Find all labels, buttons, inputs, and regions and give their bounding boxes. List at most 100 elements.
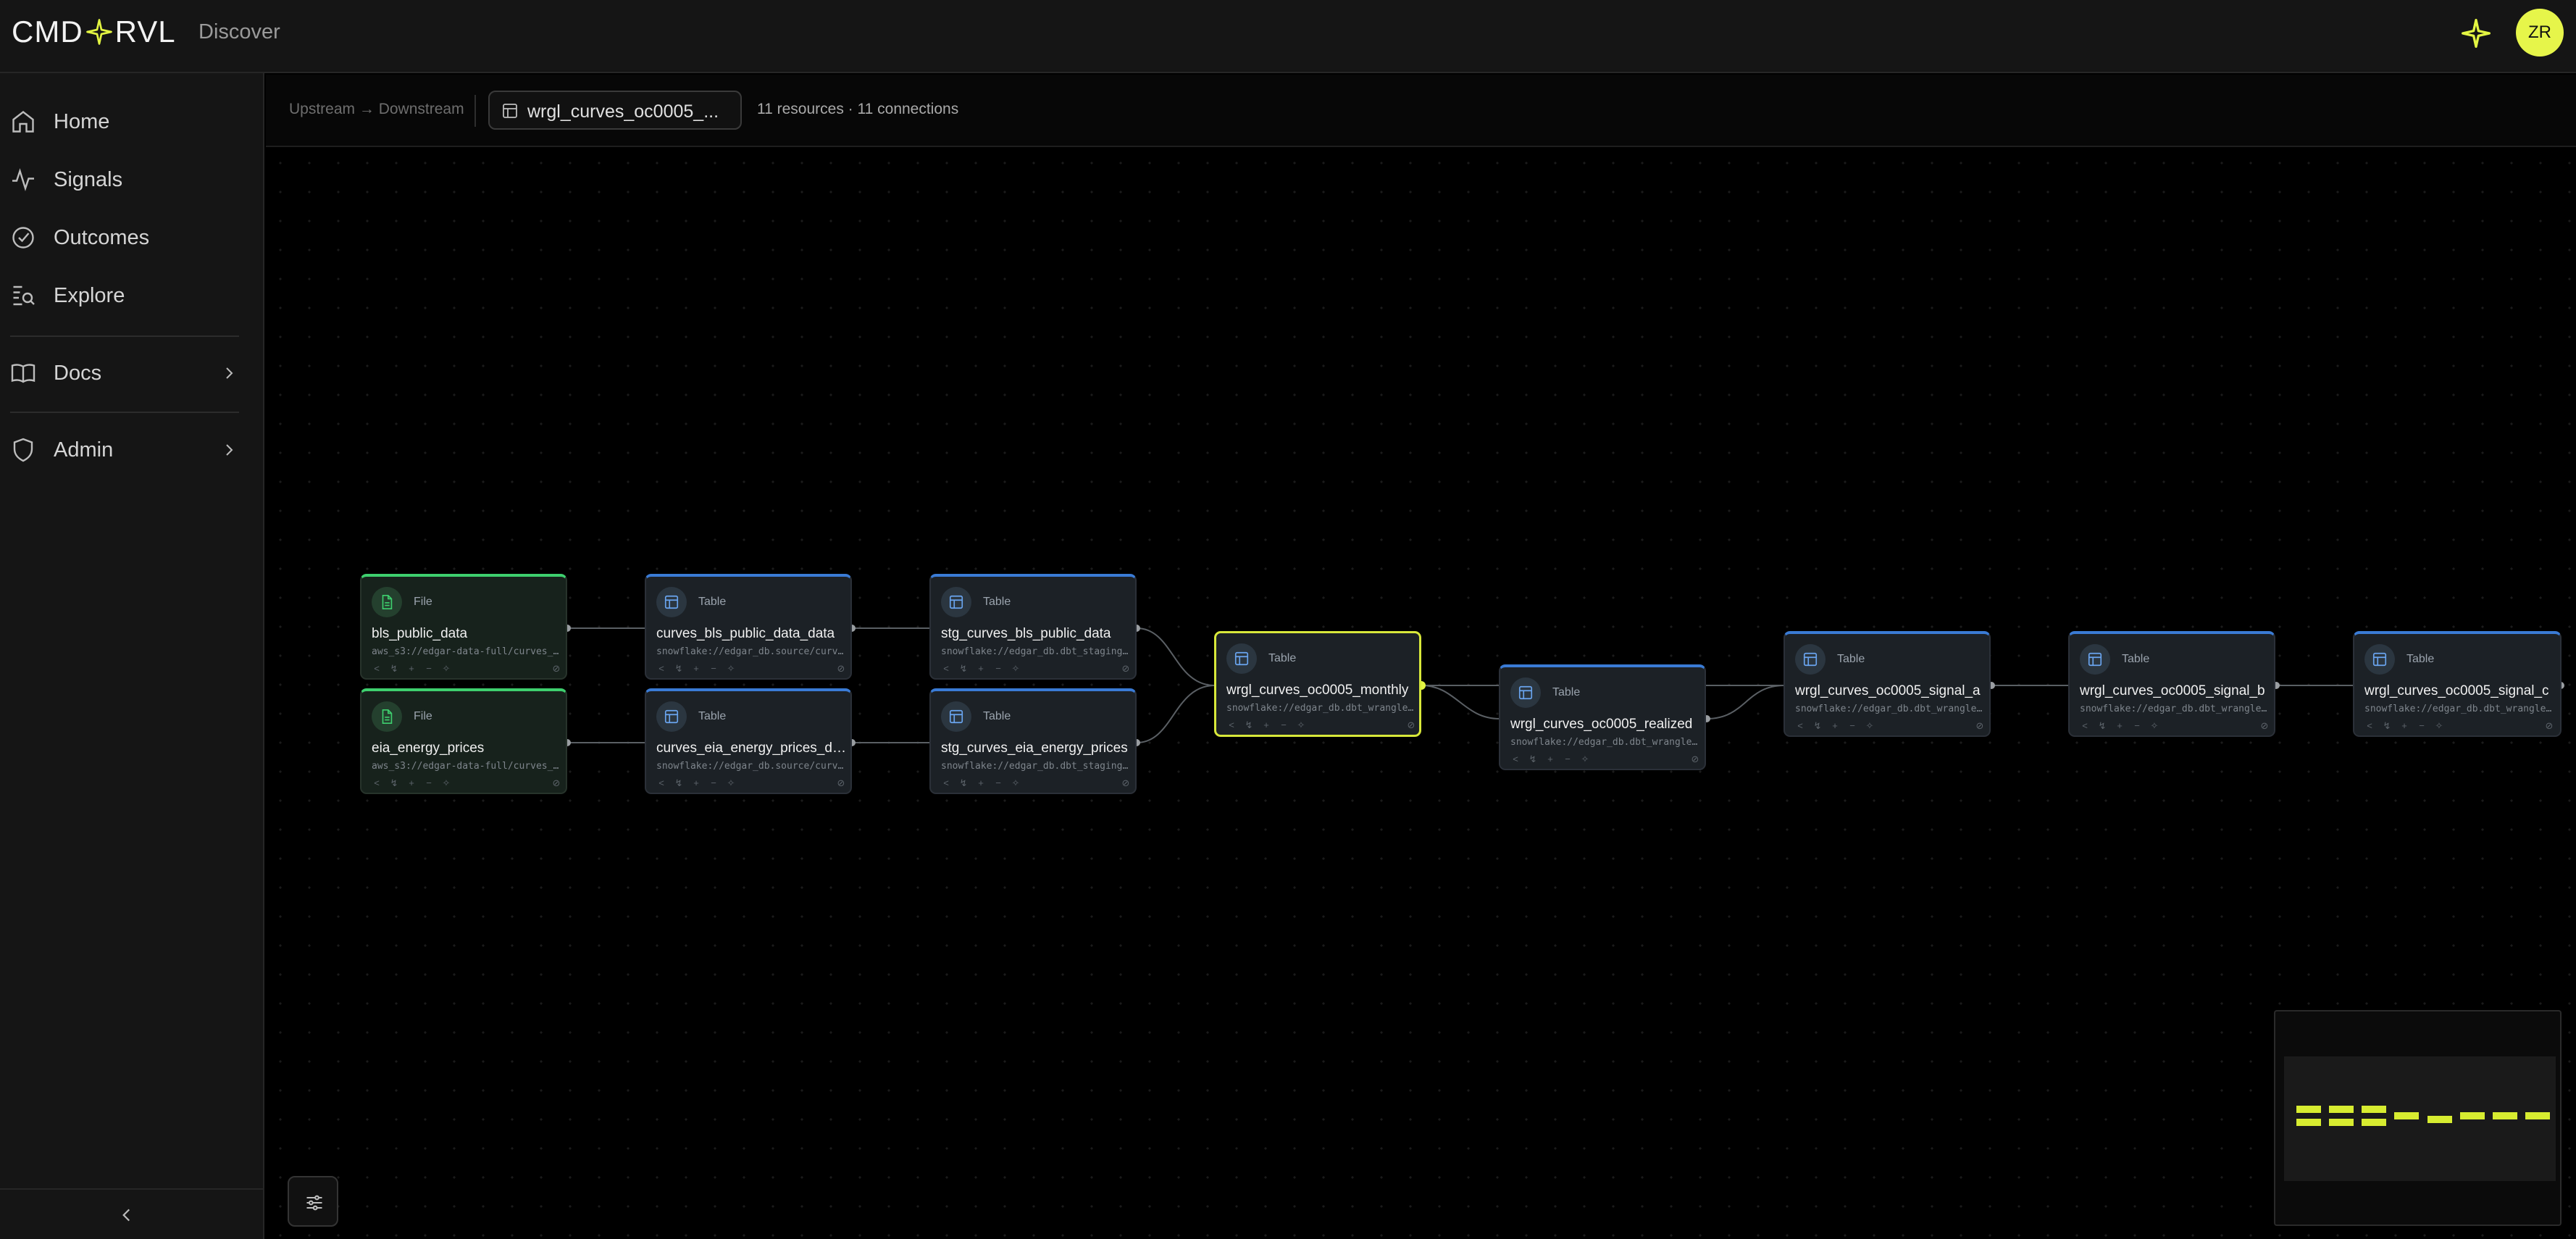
sidebar-item-docs[interactable]: Docs [0, 348, 263, 399]
table-icon [664, 595, 679, 609]
collapse-icon[interactable]: − [1563, 754, 1573, 764]
add-icon[interactable]: + [1545, 754, 1555, 764]
expand-upstream-icon[interactable]: ↯ [2382, 721, 2392, 731]
settings-icon[interactable]: ✧ [726, 664, 736, 674]
share-icon[interactable]: < [941, 664, 951, 674]
share-icon[interactable]: < [2080, 721, 2090, 731]
sidebar-item-label: Docs [54, 361, 102, 385]
sidebar-item-label: Signals [54, 167, 123, 191]
expand-upstream-icon[interactable]: ↯ [1244, 720, 1254, 730]
share-icon[interactable]: < [656, 664, 666, 674]
collapse-icon[interactable]: − [424, 778, 434, 788]
hide-icon[interactable]: ⊘ [1406, 720, 1416, 730]
node-actions: < ↯ + − ✧ ⊘ [2080, 721, 2270, 733]
collapse-icon[interactable]: − [2132, 721, 2142, 731]
share-icon[interactable]: < [941, 778, 951, 788]
lineage-node[interactable]: File bls_public_data aws_s3://edgar-data… [360, 574, 567, 680]
share-icon[interactable]: < [1795, 721, 1805, 731]
collapse-icon[interactable]: − [708, 664, 719, 674]
add-icon[interactable]: + [1830, 721, 1840, 731]
settings-icon[interactable]: ✧ [1011, 664, 1021, 674]
resource-selector[interactable]: wrgl_curves_oc0005_... [488, 91, 742, 130]
expand-upstream-icon[interactable]: ↯ [389, 778, 399, 788]
hide-icon[interactable]: ⊘ [1690, 754, 1700, 764]
settings-icon[interactable]: ✧ [2434, 721, 2444, 731]
lineage-node-selected[interactable]: Table wrgl_curves_oc0005_monthly snowfla… [1214, 631, 1421, 737]
expand-upstream-icon[interactable]: ↯ [958, 778, 969, 788]
add-icon[interactable]: + [2115, 721, 2125, 731]
share-icon[interactable]: < [2364, 721, 2375, 731]
share-icon[interactable]: < [372, 778, 382, 788]
sidebar-item-admin[interactable]: Admin [0, 425, 263, 475]
settings-icon[interactable]: ✧ [2149, 721, 2159, 731]
direction-breadcrumb[interactable]: Upstream → Downstream [289, 101, 464, 118]
collapse-icon[interactable]: − [708, 778, 719, 788]
add-icon[interactable]: + [976, 778, 986, 788]
lineage-node[interactable]: Table curves_bls_public_data_data snowfl… [645, 574, 852, 680]
hide-icon[interactable]: ⊘ [551, 778, 561, 788]
lineage-node[interactable]: File eia_energy_prices aws_s3://edgar-da… [360, 688, 567, 794]
add-icon[interactable]: + [976, 664, 986, 674]
hide-icon[interactable]: ⊘ [836, 664, 846, 674]
share-icon[interactable]: < [1226, 720, 1237, 730]
lineage-node[interactable]: Table curves_eia_energy_prices_data snow… [645, 688, 852, 794]
node-actions: < ↯ + − ✧ ⊘ [1510, 754, 1700, 766]
expand-upstream-icon[interactable]: ↯ [958, 664, 969, 674]
add-icon[interactable]: + [691, 664, 701, 674]
graph-settings-button[interactable] [288, 1176, 338, 1227]
add-icon[interactable]: + [406, 664, 417, 674]
collapse-icon[interactable]: − [993, 778, 1003, 788]
collapse-icon[interactable]: − [1279, 720, 1289, 730]
lineage-node[interactable]: Table wrgl_curves_oc0005_signal_c snowfl… [2353, 631, 2562, 737]
sidebar-item-home[interactable]: Home [0, 96, 263, 147]
expand-upstream-icon[interactable]: ↯ [1528, 754, 1538, 764]
collapse-icon[interactable]: − [993, 664, 1003, 674]
avatar[interactable]: ZR [2516, 9, 2564, 57]
node-kind: Table [983, 710, 1011, 722]
lineage-node[interactable]: Table wrgl_curves_oc0005_signal_a snowfl… [1783, 631, 1991, 737]
collapse-icon[interactable]: − [2417, 721, 2427, 731]
lineage-node[interactable]: Table stg_curves_eia_energy_prices snowf… [929, 688, 1137, 794]
minimap[interactable] [2274, 1010, 2562, 1226]
expand-upstream-icon[interactable]: ↯ [2097, 721, 2107, 731]
sidebar-item-label: Admin [54, 438, 114, 462]
collapse-icon[interactable]: − [1847, 721, 1857, 731]
settings-icon[interactable]: ✧ [726, 778, 736, 788]
hide-icon[interactable]: ⊘ [1121, 664, 1131, 674]
table-icon [1518, 685, 1533, 700]
sidebar-item-explore[interactable]: Explore [0, 270, 263, 321]
collapse-icon[interactable]: − [424, 664, 434, 674]
settings-icon[interactable]: ✧ [441, 778, 451, 788]
settings-icon[interactable]: ✧ [1296, 720, 1306, 730]
add-icon[interactable]: + [2399, 721, 2409, 731]
settings-icon[interactable]: ✧ [1865, 721, 1875, 731]
lineage-node[interactable]: Table wrgl_curves_oc0005_realized snowfl… [1499, 664, 1706, 770]
hide-icon[interactable]: ⊘ [551, 664, 561, 674]
expand-upstream-icon[interactable]: ↯ [674, 778, 684, 788]
add-icon[interactable]: + [691, 778, 701, 788]
brand-left: CMD [12, 14, 83, 49]
sidebar-collapse-button[interactable] [0, 1188, 263, 1239]
sidebar-item-signals[interactable]: Signals [0, 154, 263, 205]
settings-icon[interactable]: ✧ [1011, 778, 1021, 788]
expand-upstream-icon[interactable]: ↯ [389, 664, 399, 674]
lineage-node[interactable]: Table wrgl_curves_oc0005_signal_b snowfl… [2068, 631, 2275, 737]
share-icon[interactable]: < [1510, 754, 1521, 764]
brand-logo[interactable]: CMD RVL [12, 14, 176, 49]
settings-icon[interactable]: ✧ [441, 664, 451, 674]
settings-icon[interactable]: ✧ [1580, 754, 1590, 764]
expand-upstream-icon[interactable]: ↯ [674, 664, 684, 674]
add-icon[interactable]: + [406, 778, 417, 788]
expand-upstream-icon[interactable]: ↯ [1812, 721, 1823, 731]
hide-icon[interactable]: ⊘ [836, 778, 846, 788]
lineage-node[interactable]: Table stg_curves_bls_public_data snowfla… [929, 574, 1137, 680]
share-icon[interactable]: < [656, 778, 666, 788]
share-icon[interactable]: < [372, 664, 382, 674]
sidebar-item-outcomes[interactable]: Outcomes [0, 212, 263, 263]
ai-assistant-icon[interactable] [2462, 19, 2491, 48]
add-icon[interactable]: + [1261, 720, 1271, 730]
hide-icon[interactable]: ⊘ [1975, 721, 1985, 731]
hide-icon[interactable]: ⊘ [1121, 778, 1131, 788]
hide-icon[interactable]: ⊘ [2259, 721, 2270, 731]
hide-icon[interactable]: ⊘ [2544, 721, 2554, 731]
